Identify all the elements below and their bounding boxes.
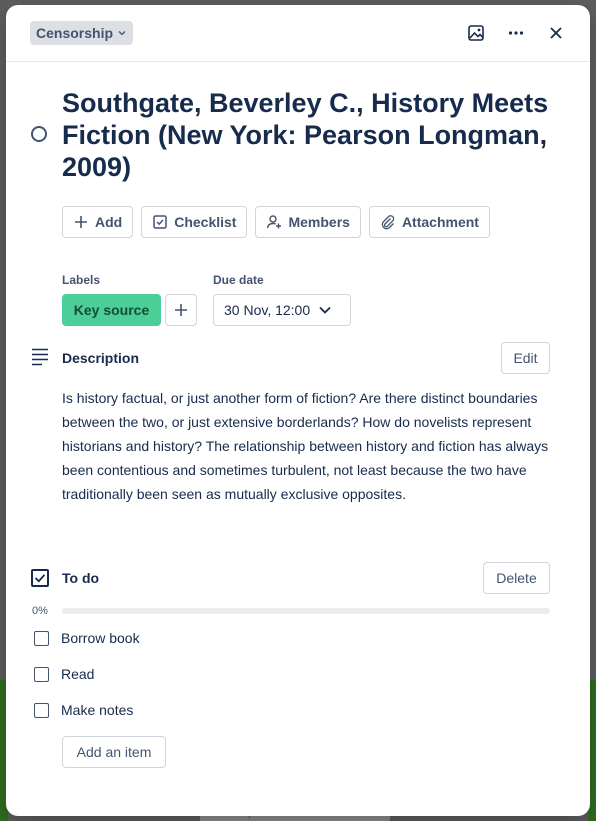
checkmark-icon [34,574,46,583]
members-button[interactable]: Members [255,206,361,238]
checklist-icon [153,215,167,229]
checklist-item-label[interactable]: Borrow book [61,630,140,646]
list-name: Censorship [36,25,114,41]
checklist-item[interactable]: Make notes [34,702,133,718]
mark-complete-toggle[interactable] [31,126,47,142]
checklist-progress-percent: 0% [32,605,48,617]
checklist-item-label[interactable]: Make notes [61,702,133,718]
add-button[interactable]: Add [62,206,134,238]
members-icon [267,215,282,229]
edit-description-button[interactable]: Edit [501,342,550,374]
paperclip-icon [381,215,395,230]
chevron-down-icon [319,306,331,314]
modal-header: Censorship [6,5,590,62]
members-button-label: Members [288,214,350,230]
chevron-down-icon [118,31,126,36]
checklist-item-checkbox[interactable] [34,630,49,646]
delete-checklist-button[interactable]: Delete [483,562,550,594]
more-button[interactable] [500,19,532,47]
description-text[interactable]: Is history factual, or just another form… [62,386,557,506]
label-chip-key-source[interactable]: Key source [62,294,161,326]
add-label-button[interactable] [165,294,197,326]
checklist-item[interactable]: Read [34,666,94,682]
cover-image-button[interactable] [460,19,492,47]
due-date-value: 30 Nov, 12:00 [224,302,311,318]
labels-heading: Labels [62,273,101,287]
checklist-item-checkbox[interactable] [34,666,49,682]
checklist-item[interactable]: Borrow book [34,630,140,646]
checklist-button[interactable]: Checklist [141,206,248,238]
due-date-heading: Due date [213,273,264,287]
list-selector[interactable]: Censorship [30,21,134,45]
checklist-title[interactable]: To do [62,570,99,586]
checklist-button-label: Checklist [174,214,237,230]
add-checklist-item-button[interactable]: Add an item [62,736,166,768]
description-heading: Description [62,350,140,366]
close-button[interactable] [540,19,572,47]
checklist-item-checkbox[interactable] [34,702,49,718]
add-button-label: Add [95,214,123,230]
checklist-progress-bar [62,608,550,614]
card-title[interactable]: Southgate, Beverley C., History Meets Fi… [62,87,572,183]
more-icon [508,31,524,35]
close-icon [550,27,562,39]
plus-icon [175,304,187,316]
card-actions: Add Checklist Members Attachment [62,206,490,238]
header-actions [460,19,572,47]
checklist-icon [31,569,49,587]
plus-icon [75,216,87,228]
due-date-button[interactable]: 30 Nov, 12:00 [213,294,351,326]
card-detail-modal: Censorship Southgate, Beverley C., Histo… [6,5,590,816]
attachment-button[interactable]: Attachment [368,206,490,238]
checklist-item-label[interactable]: Read [61,666,94,682]
cover-image-icon [468,25,484,41]
attachment-button-label: Attachment [401,214,479,230]
description-icon [32,348,48,366]
